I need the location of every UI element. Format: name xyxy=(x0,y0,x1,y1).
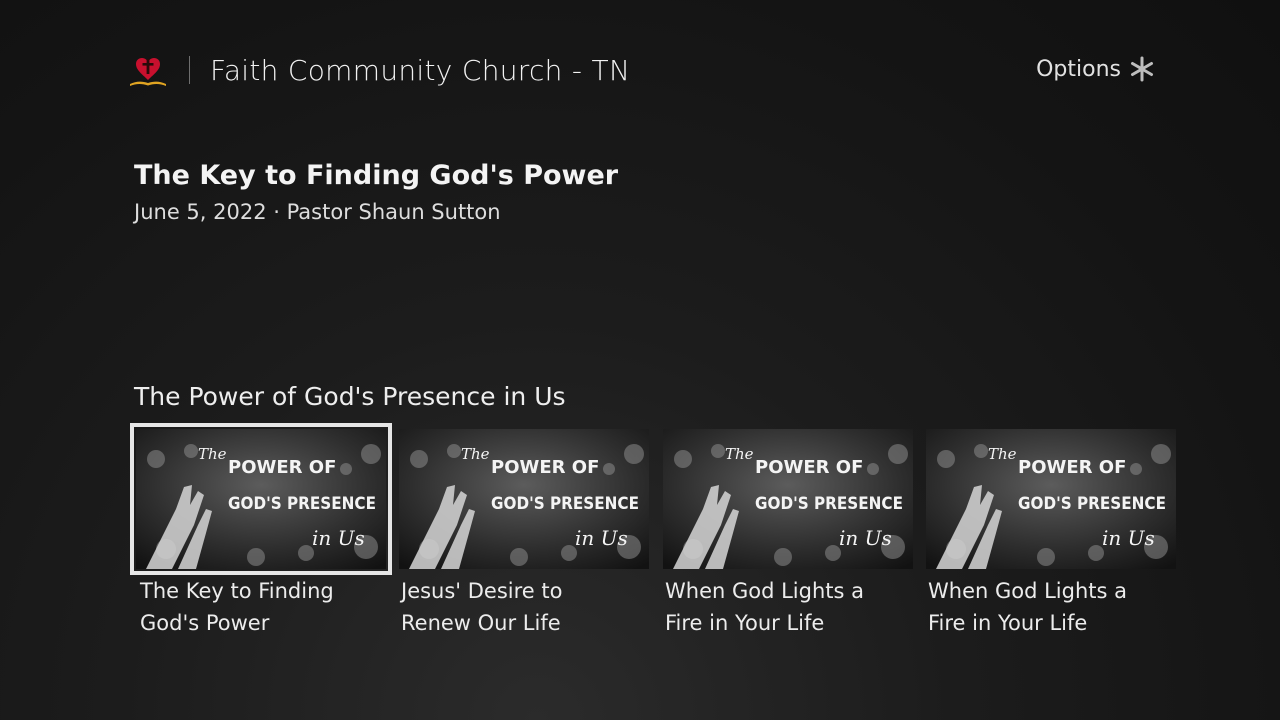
heart-bible-logo-icon xyxy=(130,58,166,86)
channel-title: Faith Community Church - TN xyxy=(210,53,631,87)
thumb-script: in Us xyxy=(1102,526,1155,550)
thumb-the: The xyxy=(461,445,490,463)
thumb-line1: POWER OF xyxy=(1018,457,1126,478)
thumb-line2: GOD'S PRESENCE xyxy=(1018,494,1166,514)
thumb-the: The xyxy=(198,445,227,463)
episode-tile[interactable]: The POWER OF GOD'S PRESENCE in Us When G… xyxy=(926,429,1176,639)
episode-thumbnail: The POWER OF GOD'S PRESENCE in Us xyxy=(130,423,392,575)
episode-title-line-1: When God Lights a xyxy=(928,579,1127,603)
episode-title-line-1: Jesus' Desire to xyxy=(401,579,563,603)
episode-title-line-2: Fire in Your Life xyxy=(928,611,1088,635)
asterisk-icon xyxy=(1131,56,1153,82)
thumb-the: The xyxy=(725,445,754,463)
episode-title-line-1: When God Lights a xyxy=(665,579,864,603)
options-button[interactable]: Options xyxy=(1036,56,1155,82)
row-title: The Power of God's Presence in Us xyxy=(134,382,566,411)
thumb-script: in Us xyxy=(575,526,628,550)
episode-thumbnail: The POWER OF GOD'S PRESENCE in Us xyxy=(399,429,649,569)
hero-meta: June 5, 2022 · Pastor Shaun Sutton xyxy=(134,200,501,224)
episode-title-line-2: Fire in Your Life xyxy=(665,611,825,635)
channel-header: Faith Community Church - TN xyxy=(128,50,630,90)
thumb-line1: POWER OF xyxy=(228,457,336,478)
hero-title: The Key to Finding God's Power xyxy=(134,160,619,191)
episode-thumbnail: The POWER OF GOD'S PRESENCE in Us xyxy=(663,429,913,569)
episode-title: When God Lights a Fire in Your Life xyxy=(926,575,1176,639)
episode-thumbnail: The POWER OF GOD'S PRESENCE in Us xyxy=(926,429,1176,569)
thumb-the: The xyxy=(988,445,1017,463)
thumb-script: in Us xyxy=(839,526,892,550)
thumb-script: in Us xyxy=(312,526,365,550)
episode-title: The Key to Finding God's Power xyxy=(136,575,386,639)
episode-title-line-2: God's Power xyxy=(140,611,270,635)
episode-title-line-2: Renew Our Life xyxy=(401,611,561,635)
episode-title: Jesus' Desire to Renew Our Life xyxy=(399,575,649,639)
episode-title: When God Lights a Fire in Your Life xyxy=(663,575,913,639)
episode-tile[interactable]: The POWER OF GOD'S PRESENCE in Us Jesus'… xyxy=(399,429,649,639)
thumb-line2: GOD'S PRESENCE xyxy=(491,494,639,514)
episode-title-line-1: The Key to Finding xyxy=(140,579,334,603)
thumb-line2: GOD'S PRESENCE xyxy=(755,494,903,514)
episode-tile[interactable]: The POWER OF GOD'S PRESENCE in Us When G… xyxy=(663,429,913,639)
thumb-line1: POWER OF xyxy=(491,457,599,478)
header-divider xyxy=(189,56,190,84)
thumb-line2: GOD'S PRESENCE xyxy=(228,494,376,514)
thumb-line1: POWER OF xyxy=(755,457,863,478)
options-label: Options xyxy=(1036,56,1121,82)
episode-tile[interactable]: The POWER OF GOD'S PRESENCE in Us The Ke… xyxy=(130,423,392,639)
